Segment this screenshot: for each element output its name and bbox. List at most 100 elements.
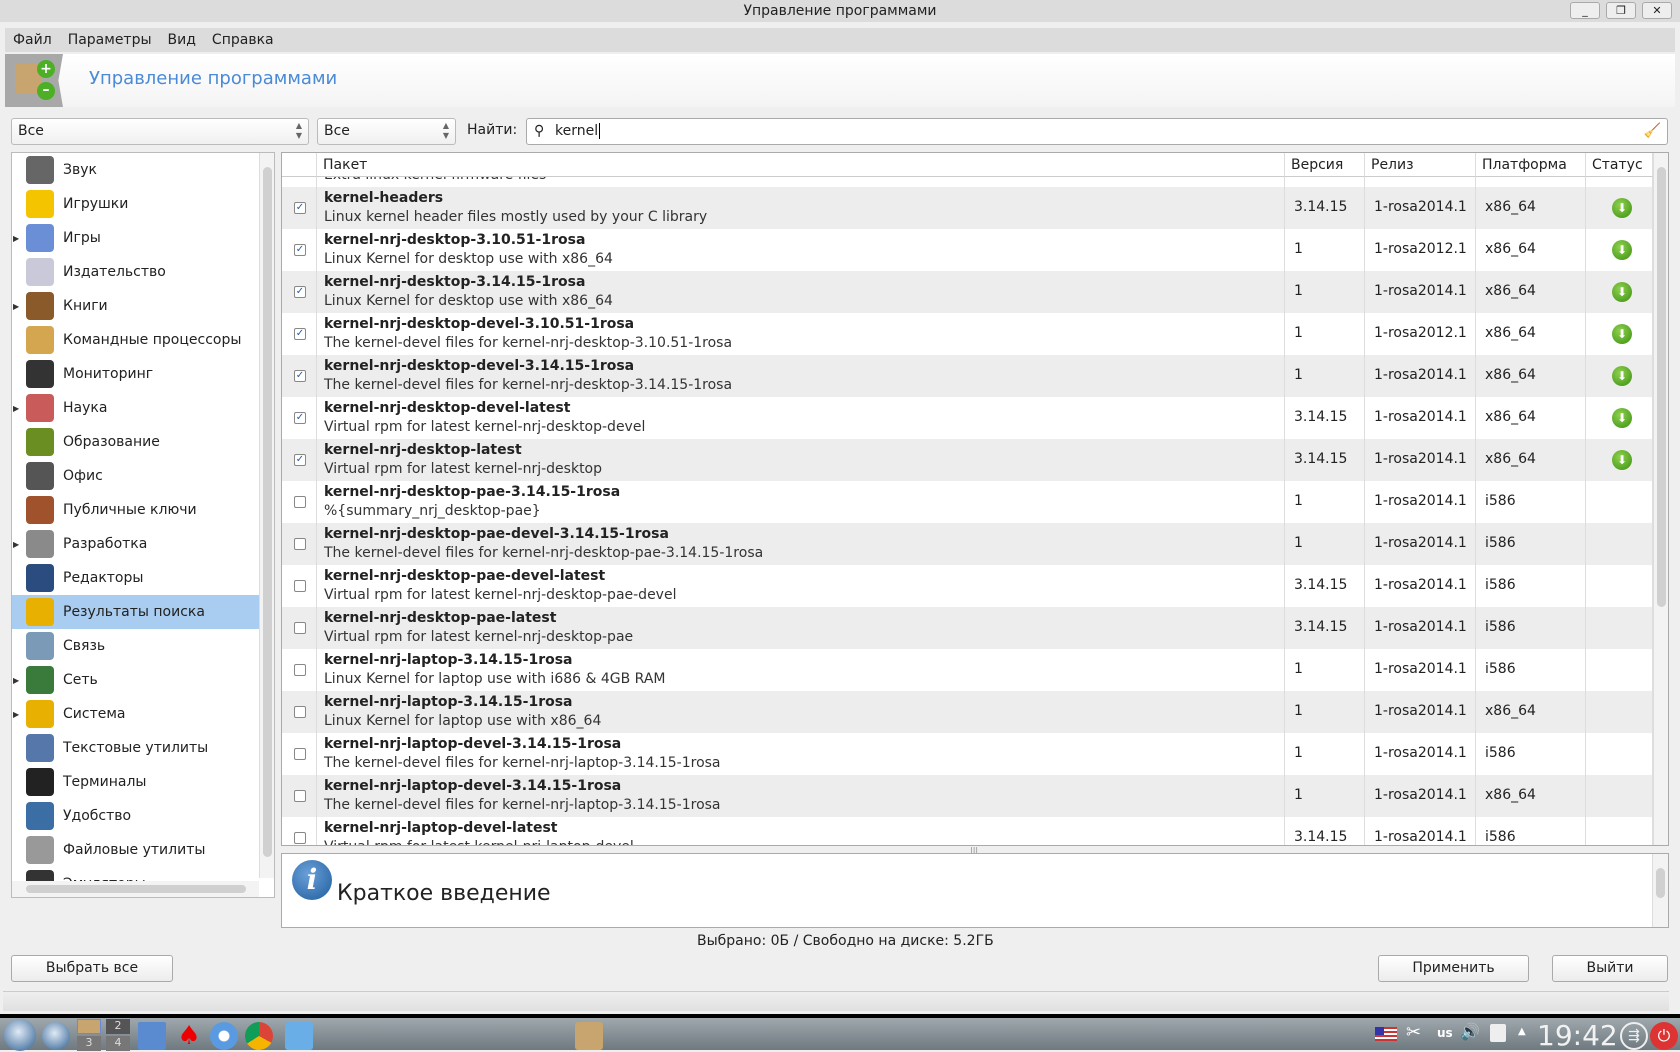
select-all-button[interactable]: Выбрать все: [11, 955, 173, 982]
package-checkbox[interactable]: ✓: [294, 412, 306, 424]
sidebar-item[interactable]: Файловые утилиты: [12, 833, 260, 867]
file-manager-icon[interactable]: [285, 1022, 313, 1050]
sidebar-item[interactable]: Терминалы: [12, 765, 260, 799]
package-checkbox[interactable]: [294, 538, 306, 550]
sidebar-item[interactable]: ▶ Сеть: [12, 663, 260, 697]
desktop-2-button[interactable]: 2: [106, 1019, 130, 1034]
keyboard-layout[interactable]: us: [1437, 1026, 1453, 1040]
package-checkbox[interactable]: [294, 496, 306, 508]
table-row[interactable]: kernel-nrj-desktop-pae-devel-3.14.15-1ro…: [282, 523, 1653, 565]
group-filter-select[interactable]: Все ▲ ▼: [11, 118, 309, 145]
menu-settings[interactable]: Параметры: [60, 32, 160, 48]
desktop-4-button[interactable]: 4: [106, 1036, 130, 1051]
column-header-platform[interactable]: Платформа: [1476, 153, 1586, 177]
scrollbar-thumb[interactable]: [1657, 167, 1666, 607]
sidebar-item[interactable]: Звук: [12, 153, 260, 187]
clock[interactable]: 19:42: [1537, 1019, 1618, 1052]
table-row[interactable]: ✓ kernel-nrj-desktop-devel-latest Virtual …: [282, 397, 1653, 439]
table-row[interactable]: kernel-nrj-laptop-devel-3.14.15-1rosa The…: [282, 733, 1653, 775]
table-row[interactable]: kernel-nrj-desktop-pae-devel-latest Virtu…: [282, 565, 1653, 607]
menu-view[interactable]: Вид: [160, 32, 204, 48]
sidebar-item[interactable]: ▶ Разработка: [12, 527, 260, 561]
start-menu-icon[interactable]: [4, 1019, 36, 1051]
window-manager-icon[interactable]: [138, 1022, 166, 1050]
apply-button[interactable]: Применить: [1378, 955, 1529, 982]
package-checkbox[interactable]: ✓: [294, 454, 306, 466]
power-icon[interactable]: ⏻: [1650, 1022, 1678, 1050]
expand-arrow-icon[interactable]: ▶: [13, 710, 19, 719]
sidebar-item[interactable]: ▶ Наука: [12, 391, 260, 425]
sidebar-item[interactable]: Командные процессоры: [12, 323, 260, 357]
usb-icon[interactable]: ⇶: [1620, 1022, 1648, 1050]
package-checkbox[interactable]: ✓: [294, 370, 306, 382]
sidebar-item[interactable]: Издательство: [12, 255, 260, 289]
sidebar-item[interactable]: Игрушки: [12, 187, 260, 221]
minimize-button[interactable]: _: [1570, 2, 1600, 19]
package-checkbox[interactable]: [294, 622, 306, 634]
package-checkbox[interactable]: [294, 790, 306, 802]
menu-file[interactable]: Файл: [5, 32, 60, 48]
sidebar-item[interactable]: Удобство: [12, 799, 260, 833]
table-row[interactable]: kernel-nrj-laptop-3.14.15-1rosa Linux Ker…: [282, 691, 1653, 733]
pokerstars-icon[interactable]: ♠: [175, 1022, 203, 1050]
sidebar-hscrollbar[interactable]: [12, 881, 259, 897]
table-row[interactable]: ✓ kernel-nrj-desktop-devel-3.10.51-1rosa T…: [282, 313, 1653, 355]
table-row[interactable]: kernel-nrj-laptop-3.14.15-1rosa Linux Ker…: [282, 649, 1653, 691]
desktop-3-button[interactable]: 3: [77, 1036, 101, 1051]
column-header-release[interactable]: Релиз: [1365, 153, 1476, 177]
sidebar-item[interactable]: ▶ Книги: [12, 289, 260, 323]
sidebar-item[interactable]: Образование: [12, 425, 260, 459]
desktop-1-button[interactable]: [77, 1019, 101, 1034]
volume-icon[interactable]: 🔊: [1460, 1022, 1480, 1041]
menu-help[interactable]: Справка: [204, 32, 282, 48]
sidebar-item[interactable]: Офис: [12, 459, 260, 493]
us-flag-icon[interactable]: [1375, 1027, 1397, 1041]
launcher-icon[interactable]: [42, 1022, 70, 1050]
table-row[interactable]: ✓ kernel-nrj-desktop-latest Virtual rpm fo…: [282, 439, 1653, 481]
package-checkbox[interactable]: ✓: [294, 328, 306, 340]
table-row[interactable]: kernel-nrj-laptop-devel-latest Virtual rp…: [282, 817, 1653, 845]
tray-expand-icon[interactable]: ▲: [1518, 1026, 1526, 1037]
sidebar-item[interactable]: Текстовые утилиты: [12, 731, 260, 765]
sidebar-scrollbar[interactable]: [259, 153, 274, 878]
column-header-version[interactable]: Версия: [1285, 153, 1365, 177]
sidebar-item[interactable]: Редакторы: [12, 561, 260, 595]
table-row[interactable]: ✓ kernel-nrj-desktop-3.14.15-1rosa Linux K…: [282, 271, 1653, 313]
state-filter-select[interactable]: Все ▲ ▼: [317, 118, 456, 145]
expand-arrow-icon[interactable]: ▶: [13, 234, 19, 243]
expand-arrow-icon[interactable]: ▶: [13, 404, 19, 413]
package-manager-task-icon[interactable]: [575, 1022, 603, 1050]
expand-arrow-icon[interactable]: ▶: [13, 676, 19, 685]
package-checkbox[interactable]: [294, 832, 306, 844]
quit-button[interactable]: Выйти: [1552, 955, 1668, 982]
table-row[interactable]: kernel-nrj-laptop-devel-3.14.15-1rosa The…: [282, 775, 1653, 817]
maximize-button[interactable]: ❐: [1606, 2, 1636, 19]
package-checkbox[interactable]: ✓: [294, 244, 306, 256]
sidebar-item[interactable]: Связь: [12, 629, 260, 663]
package-checkbox[interactable]: ✓: [294, 286, 306, 298]
expand-arrow-icon[interactable]: ▶: [13, 302, 19, 311]
table-row[interactable]: ✓ kernel-nrj-desktop-3.10.51-1rosa Linux K…: [282, 229, 1653, 271]
package-checkbox[interactable]: ✓: [294, 202, 306, 214]
sidebar-item[interactable]: ▶ Система: [12, 697, 260, 731]
sidebar-item[interactable]: Мониторинг: [12, 357, 260, 391]
clear-broom-icon[interactable]: 🧹: [1644, 119, 1661, 144]
sidebar-item[interactable]: ▶ Игры: [12, 221, 260, 255]
package-checkbox[interactable]: [294, 706, 306, 718]
close-button[interactable]: ✕: [1642, 2, 1672, 19]
table-row[interactable]: kernel-nrj-desktop-pae-latest Virtual rpm…: [282, 607, 1653, 649]
scissors-icon[interactable]: ✂: [1406, 1022, 1421, 1043]
package-checkbox[interactable]: [294, 748, 306, 760]
sidebar-item[interactable]: Публичные ключи: [12, 493, 260, 527]
network-icon[interactable]: [1490, 1024, 1506, 1042]
table-row[interactable]: ✓ kernel-nrj-desktop-devel-3.14.15-1rosa T…: [282, 355, 1653, 397]
sidebar-item[interactable]: Результаты поиска: [12, 595, 260, 629]
table-row[interactable]: ✓ kernel-headers Linux kernel header files…: [282, 187, 1653, 229]
info-scrollbar[interactable]: [1652, 854, 1668, 927]
expand-arrow-icon[interactable]: ▶: [13, 540, 19, 549]
search-input[interactable]: ⚲ kernel 🧹: [526, 118, 1668, 145]
table-row[interactable]: kernel-nrj-desktop-pae-3.14.15-1rosa %{su…: [282, 481, 1653, 523]
column-header-status[interactable]: Статус: [1586, 153, 1653, 177]
package-checkbox[interactable]: [294, 580, 306, 592]
column-header-package[interactable]: Пакет: [317, 153, 1285, 177]
